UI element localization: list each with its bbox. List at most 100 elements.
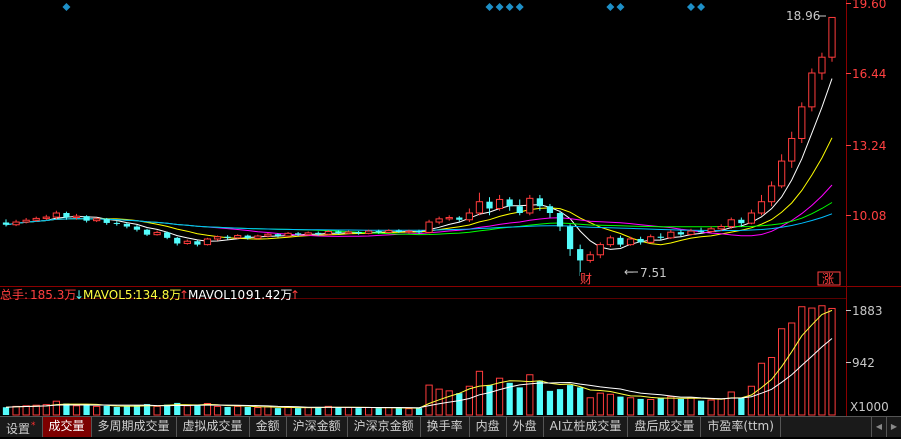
tab-7[interactable]: 换手率 [421,417,470,437]
tab-label: 金额 [255,419,280,433]
scroll-right-button[interactable]: ▶ [886,417,901,437]
tab-label: 沪深金额 [292,419,341,433]
price-tick: 10.08 [852,209,886,223]
candle-body-up [213,236,222,240]
tab-label: 外盘 [512,419,537,433]
candle-body-up [22,219,30,223]
candle-body-up [203,238,212,246]
tab-4[interactable]: 金额 [250,417,287,437]
tab-2[interactable]: 多周期成交量 [92,417,177,437]
candle-body-down [274,234,282,237]
volume-bar-down [2,407,10,415]
candle-body-up [93,218,101,222]
indicator-tab-bar: 设置* 成交量 多周期成交量 虚拟成交量 金额 沪深金额 沪深京金额 换手率 内盘 外盘 AI立桩成… [0,416,901,437]
candle-body-up [626,238,635,246]
candle-body-up [707,228,715,233]
earnings-marker: 财 [580,272,592,286]
candle-body-down [456,217,463,220]
candle-body-up [234,235,242,239]
up-arrow-icon: ↑ [290,288,300,302]
candle-body-down [697,231,705,233]
volume-bar-down [516,387,523,415]
candle-body-down [536,198,544,207]
tab-12[interactable]: 市盈率(ttm) [701,417,781,437]
candle-body-up [153,231,161,236]
tab-label: 成交量 [48,419,85,433]
candle-body-down [224,236,231,238]
kline-chart[interactable]: 19.60 16.44 13.24 10.08 1883 942 X1000 总… [0,0,901,436]
tab-6[interactable]: 沪深京金额 [348,417,421,437]
candle-body-down [506,199,513,207]
volume-bar-down [375,408,382,415]
candle-body-up [284,232,292,237]
volume-bar-down [274,408,282,415]
candle-body-up [435,218,443,223]
volume-bar-down [415,408,423,415]
tab-9[interactable]: 外盘 [507,417,544,437]
candle-body-up [687,230,695,235]
candle-body-down [617,237,624,245]
volume-bar-down [486,385,493,415]
tab-label: 沪深京金额 [353,419,414,433]
tab-label: 换手率 [426,419,463,433]
candle-body-up [183,240,191,244]
candle-body-up [304,232,312,236]
candle-body-down [2,222,10,225]
volume-bar-down [315,406,322,415]
tab-3[interactable]: 虚拟成交量 [177,417,250,437]
candle-body-up [727,219,735,228]
mavol5-label: MAVOL5: [83,288,137,302]
candle-body-up [264,233,272,237]
tab-1[interactable]: 成交量 [42,417,92,437]
tab-10[interactable]: AI立桩成交量 [544,417,629,437]
volume-bar-down [657,397,664,415]
price-tick: 19.60 [852,0,886,11]
volume-bar-down [566,385,574,415]
candle-body-up [475,201,484,214]
candle-body-down [637,238,644,243]
candle-body-down [123,223,131,227]
scroll-left-button[interactable]: ◀ [871,417,886,437]
candle-body-up [717,226,725,230]
price-tick: 16.44 [852,67,886,81]
volume-bar-down [536,380,544,415]
volume-tick: 1883 [852,304,883,318]
candle-body-up [747,212,756,224]
tab-5[interactable]: 沪深金额 [287,417,348,437]
low-price-label: 7.51 [640,266,667,280]
candle-body-down [657,236,664,238]
candle-body-down [355,231,362,234]
total-volume-label: 总手: [0,288,28,302]
volume-bar-down [395,408,402,415]
volume-bar-down [194,405,201,415]
volume-bar-down [244,406,251,415]
tab-8[interactable]: 内盘 [470,417,507,437]
tab-label: 市盈率(ttm) [707,419,774,433]
candle-body-up [72,215,81,219]
candle-body-down [375,231,382,233]
candle-body-up [606,237,615,246]
candle-body-up [445,217,453,220]
tab-11[interactable]: 盘后成交量 [628,417,702,437]
high-price-label: 18.96 [786,9,820,23]
candle-body-up [767,185,776,203]
candle-body-up [828,16,836,58]
candle-body-up [788,137,796,162]
candle-body-up [465,212,473,221]
volume-bar-down [677,398,685,415]
tab-0[interactable]: 设置* [0,417,43,437]
volume-bar-down [294,408,302,415]
candle-body-down [738,219,745,224]
candle-body-down [546,206,554,213]
candle-body-down [133,226,141,230]
candle-body-down [315,232,322,235]
tab-label: 设置 [6,422,31,436]
candle-body-up [344,231,353,234]
candle-body-up [405,230,413,233]
candle-body-up [808,72,816,108]
candle-body-up [324,231,332,235]
volume-bar-down [556,389,564,415]
candle-body-down [677,232,685,235]
candle-body-down [164,232,171,238]
candle-body-down [83,216,90,221]
